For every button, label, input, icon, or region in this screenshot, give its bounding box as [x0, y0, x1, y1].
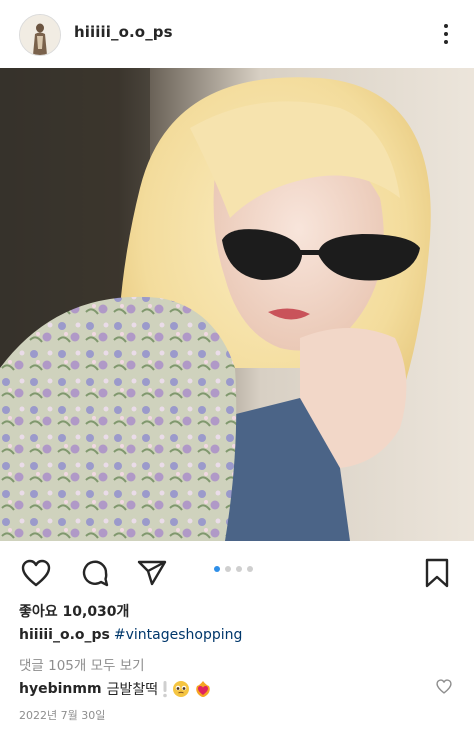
comment-icon[interactable]: [78, 556, 112, 590]
exclamation-icon: [163, 681, 167, 698]
caption: hiiiii_o.o_ps #vintageshopping: [19, 627, 242, 643]
bookmark-icon[interactable]: [420, 556, 454, 590]
carousel-indicator: [214, 566, 253, 572]
heart-icon[interactable]: [19, 556, 53, 590]
share-icon[interactable]: [135, 556, 169, 590]
heart-on-fire-icon: [196, 681, 210, 697]
pleading-face-icon: [173, 681, 190, 697]
post-image: [0, 68, 474, 541]
carousel-dot-active: [214, 566, 220, 572]
carousel-dot: [236, 566, 242, 572]
post-photo[interactable]: [0, 68, 474, 541]
comment-like-icon[interactable]: [436, 679, 452, 695]
caption-username[interactable]: hiiiii_o.o_ps: [19, 627, 110, 643]
comment-row: hyebinmm 금발찰떡: [19, 679, 212, 699]
post-date: 2022년 7월 30일: [19, 709, 106, 722]
likes-count[interactable]: 좋아요 10,030개: [19, 601, 129, 621]
post-header: hiiiii_o.o_ps: [0, 0, 474, 68]
username[interactable]: hiiiii_o.o_ps: [74, 23, 173, 41]
carousel-dot: [247, 566, 253, 572]
carousel-dot: [225, 566, 231, 572]
view-all-comments-link[interactable]: 댓글 105개 모두 보기: [19, 654, 145, 674]
caption-hashtag[interactable]: #vintageshopping: [114, 627, 243, 643]
profile-avatar-image: [20, 15, 60, 55]
comment-username[interactable]: hyebinmm: [19, 681, 102, 697]
more-vertical-icon[interactable]: [436, 20, 456, 48]
comment-text: 금발찰떡: [106, 682, 159, 698]
avatar[interactable]: [19, 14, 61, 56]
